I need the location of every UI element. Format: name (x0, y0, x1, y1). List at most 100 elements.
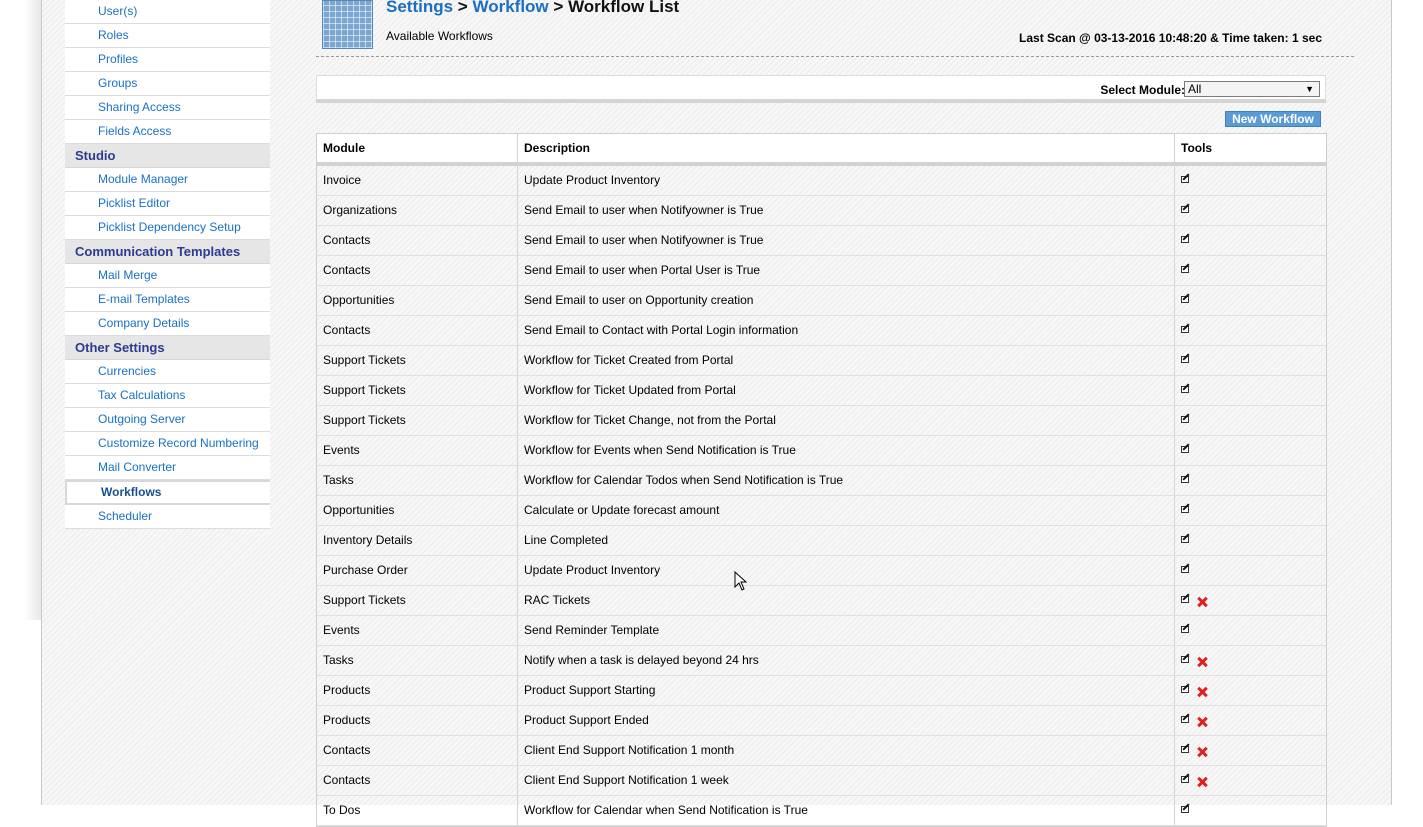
cell-description: Send Email to user when Notifyowner is T… (518, 196, 1175, 225)
edit-icon[interactable] (1181, 264, 1191, 273)
sidebar-item-module-manager[interactable]: Module Manager (65, 168, 270, 192)
edit-icon[interactable] (1181, 594, 1191, 603)
sidebar-item-currencies[interactable]: Currencies (65, 360, 270, 384)
cell-tools (1175, 286, 1326, 315)
sidebar-item-label: Module Manager (98, 172, 189, 186)
edit-icon[interactable] (1181, 354, 1191, 363)
sidebar-item-mail-merge[interactable]: Mail Merge (65, 264, 270, 288)
sidebar-item-workflows[interactable]: Workflows (65, 480, 270, 505)
cell-description: Product Support Ended (518, 706, 1175, 735)
sidebar-item-fields-access[interactable]: Fields Access (65, 120, 270, 144)
cell-description: Product Support Starting (518, 676, 1175, 705)
cell-description: Send Reminder Template (518, 616, 1175, 645)
edit-icon[interactable] (1181, 234, 1191, 243)
sidebar-item-outgoing-server[interactable]: Outgoing Server (65, 408, 270, 432)
sidebar-item-scheduler[interactable]: Scheduler (65, 505, 270, 529)
workflow-table: Module Description Tools Invoice Update P… (316, 133, 1327, 827)
edit-icon[interactable] (1181, 774, 1191, 783)
delete-icon[interactable] (1197, 687, 1207, 697)
cell-module: Support Tickets (317, 586, 518, 615)
sidebar-item-groups[interactable]: Groups (65, 72, 270, 96)
cell-tools (1175, 346, 1326, 375)
sidebar-item-label: Sharing Access (98, 100, 181, 114)
module-filter-bar: Select Module: All ▼ (316, 75, 1326, 103)
last-scan-text: Last Scan @ 03-13-2016 10:48:20 & Time t… (1019, 31, 1322, 45)
sidebar-item-label: Mail Converter (98, 460, 177, 474)
delete-icon[interactable] (1197, 747, 1207, 757)
sidebar-item-mail-converter[interactable]: Mail Converter (65, 456, 270, 480)
table-row: Support Tickets RAC Tickets (317, 586, 1326, 616)
module-select[interactable]: All ▼ (1184, 81, 1320, 97)
edit-icon[interactable] (1181, 534, 1191, 543)
sidebar-item-label: Tax Calculations (98, 388, 186, 402)
edit-icon[interactable] (1181, 564, 1191, 573)
sidebar-item-company-details[interactable]: Company Details (65, 312, 270, 336)
delete-icon[interactable] (1197, 777, 1207, 787)
cell-tools (1175, 526, 1326, 555)
sidebar-item-label: Currencies (98, 364, 157, 378)
table-row: Events Send Reminder Template (317, 616, 1326, 646)
select-module-label: Select Module: (1100, 83, 1185, 97)
sidebar-item-customize-record-numbering[interactable]: Customize Record Numbering (65, 432, 270, 456)
new-workflow-button[interactable]: New Workflow (1225, 111, 1321, 127)
edit-icon[interactable] (1181, 414, 1191, 423)
edit-icon[interactable] (1181, 504, 1191, 513)
delete-icon[interactable] (1197, 717, 1207, 727)
sidebar-item-user-s[interactable]: User(s) (65, 0, 270, 24)
sidebar-item-label: Picklist Dependency Setup (98, 220, 241, 234)
edit-icon[interactable] (1181, 444, 1191, 453)
module-select-value: All (1188, 82, 1202, 96)
cell-tools (1175, 436, 1326, 465)
edit-icon[interactable] (1181, 204, 1191, 213)
sidebar-item-profiles[interactable]: Profiles (65, 48, 270, 72)
edit-icon[interactable] (1181, 324, 1191, 333)
edit-icon[interactable] (1181, 384, 1191, 393)
cell-tools (1175, 556, 1326, 585)
delete-icon[interactable] (1197, 657, 1207, 667)
cell-module: Tasks (317, 646, 518, 675)
edit-icon[interactable] (1181, 654, 1191, 663)
sidebar-item-tax-calculations[interactable]: Tax Calculations (65, 384, 270, 408)
column-header-module: Module (317, 134, 518, 162)
sidebar-item-label: Groups (98, 76, 138, 90)
table-row: Support Tickets Workflow for Ticket Chang… (317, 406, 1326, 436)
edit-icon[interactable] (1181, 714, 1191, 723)
cell-module: Opportunities (317, 286, 518, 315)
cell-module: Invoice (317, 166, 518, 195)
sidebar-item-label: User(s) (98, 4, 138, 18)
cell-module: Opportunities (317, 496, 518, 525)
cell-module: Support Tickets (317, 406, 518, 435)
sidebar-item-roles[interactable]: Roles (65, 24, 270, 48)
sidebar-item-sharing-access[interactable]: Sharing Access (65, 96, 270, 120)
sidebar-item-picklist-editor[interactable]: Picklist Editor (65, 192, 270, 216)
edit-icon[interactable] (1181, 744, 1191, 753)
table-header: Module Description Tools (317, 134, 1326, 166)
edit-icon[interactable] (1181, 294, 1191, 303)
cell-module: Contacts (317, 316, 518, 345)
edit-icon[interactable] (1181, 624, 1191, 633)
cell-description: Client End Support Notification 1 month (518, 736, 1175, 765)
table-row: Tasks Notify when a task is delayed beyon… (317, 646, 1326, 676)
sidebar-item-label: Company Details (98, 316, 190, 330)
sidebar-item-e-mail-templates[interactable]: E-mail Templates (65, 288, 270, 312)
cell-module: Contacts (317, 226, 518, 255)
edit-icon[interactable] (1181, 174, 1191, 183)
table-row: Events Workflow for Events when Send Noti… (317, 436, 1326, 466)
table-row: Invoice Update Product Inventory (317, 166, 1326, 196)
edit-icon[interactable] (1181, 474, 1191, 483)
sidebar-item-label: Profiles (98, 52, 139, 66)
delete-icon[interactable] (1197, 597, 1207, 607)
sidebar-item-picklist-dependency-setup[interactable]: Picklist Dependency Setup (65, 216, 270, 240)
cell-module: Support Tickets (317, 376, 518, 405)
edit-icon[interactable] (1181, 804, 1191, 813)
table-row: Contacts Send Email to Contact with Porta… (317, 316, 1326, 346)
sidebar-section-header: Other Settings (65, 336, 270, 360)
breadcrumb-settings[interactable]: Settings (386, 0, 453, 16)
breadcrumb-workflow[interactable]: Workflow (472, 0, 548, 16)
cell-tools (1175, 736, 1326, 765)
table-row: Inventory Details Line Completed (317, 526, 1326, 556)
breadcrumb-separator: > (457, 0, 468, 16)
edit-icon[interactable] (1181, 684, 1191, 693)
cell-description: Workflow for Events when Send Notificati… (518, 436, 1175, 465)
breadcrumb-separator: > (553, 0, 564, 16)
